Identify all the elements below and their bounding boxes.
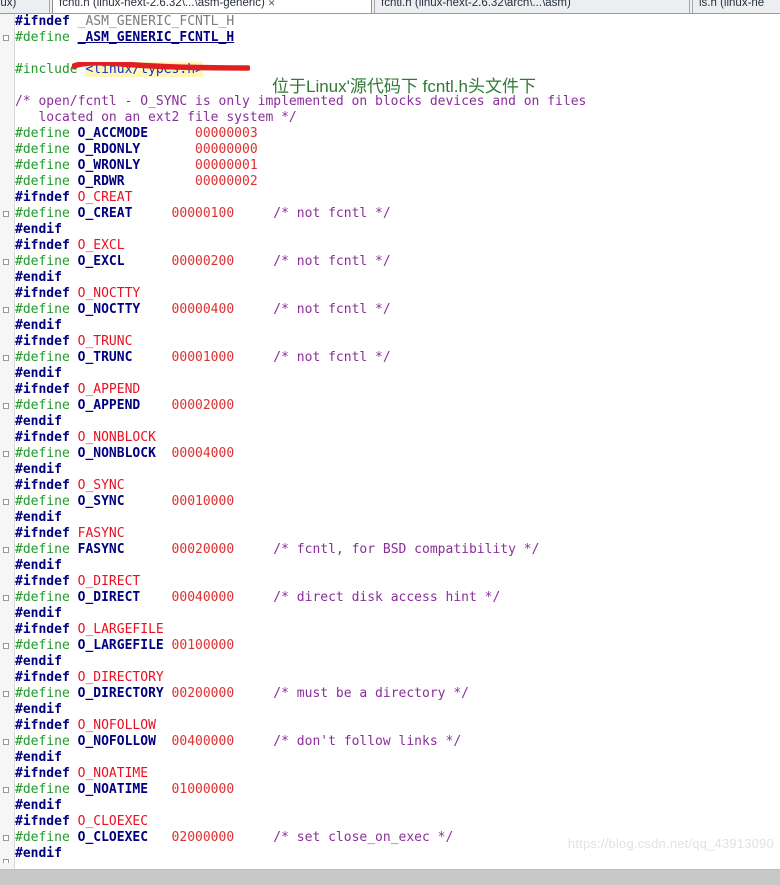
code-line-comment: located on an ext2 file system */: [15, 110, 297, 125]
fold-marker-icon[interactable]: [3, 451, 9, 457]
fold-marker-icon[interactable]: [3, 595, 9, 601]
code-line-ifndef: #ifndef O_SYNC: [15, 478, 125, 493]
code-line-endif: #endif: [15, 462, 62, 477]
code-line-ifndef: #ifndef O_LARGEFILE: [15, 622, 164, 637]
tab-label: fcntl.h (linux-next-2.6.32\...\asm-gener…: [59, 0, 265, 9]
tab-fcntl-asm-generic[interactable]: fcntl.h (linux-next-2.6.32\...\asm-gener…: [52, 0, 372, 13]
code-line-endif: #endif: [15, 318, 62, 333]
code-line-ifndef: #ifndef O_APPEND: [15, 382, 141, 397]
source-code-text[interactable]: #ifndef _ASM_GENERIC_FCNTL_H #define _ASM…: [15, 14, 780, 862]
code-line-ifndef: #ifndef O_DIRECT: [15, 574, 141, 589]
code-line-define: #define O_LARGEFILE 00100000: [15, 638, 235, 653]
code-line-endif: #endif: [15, 414, 62, 429]
code-line-endif: #endif: [15, 558, 62, 573]
code-line-ifndef: #ifndef O_CREAT: [15, 190, 133, 205]
code-line-endif: #endif: [15, 270, 62, 285]
fold-marker-icon[interactable]: [3, 35, 9, 41]
chinese-annotation-text: 位于Linux'源代码下 fcntl.h头文件下: [272, 77, 536, 96]
code-line-ifndef: #ifndef O_NOFOLLOW: [15, 718, 156, 733]
code-line-ifndef: #ifndef O_NOCTTY: [15, 286, 141, 301]
code-line-define: #define O_DIRECT 00040000 /* direct disk…: [15, 590, 501, 605]
code-line-endif: #endif: [15, 702, 62, 717]
fold-marker-icon[interactable]: [3, 403, 9, 409]
code-line-endif: #endif: [15, 798, 62, 813]
tab-linux[interactable]: (linux): [0, 0, 50, 13]
code-line-ifndef-guard: #ifndef _ASM_GENERIC_FCNTL_H: [15, 14, 235, 29]
code-line-define: #define O_NOATIME 01000000: [15, 782, 235, 797]
code-editor-pane[interactable]: #ifndef _ASM_GENERIC_FCNTL_H #define _ASM…: [0, 14, 780, 869]
code-line-define: #define FASYNC 00020000 /* fcntl, for BS…: [15, 542, 540, 557]
code-line-define: #define O_NOCTTY 00000400 /* not fcntl *…: [15, 302, 391, 317]
code-line-define: #define O_EXCL 00000200 /* not fcntl */: [15, 254, 391, 269]
fold-marker-icon[interactable]: [3, 547, 9, 553]
code-line-endif: #endif: [15, 654, 62, 669]
code-line-define: #define O_DIRECTORY 00200000 /* must be …: [15, 686, 469, 701]
fold-marker-icon[interactable]: [3, 211, 9, 217]
tab-label: ls.h (linux-ne: [699, 0, 765, 9]
code-line-ifndef: #ifndef O_CLOEXEC: [15, 814, 149, 829]
code-line-ifndef: #ifndef O_NONBLOCK: [15, 430, 156, 445]
code-line-define: #define O_NONBLOCK 00004000: [15, 446, 235, 461]
code-line-define-guard: #define _ASM_GENERIC_FCNTL_H: [15, 30, 235, 45]
code-line-define: #define O_TRUNC 00001000 /* not fcntl */: [15, 350, 391, 365]
code-line-define: #define O_ACCMODE 00000003: [15, 126, 258, 141]
fold-marker-icon[interactable]: [3, 499, 9, 505]
code-line-define: #define O_RDONLY 00000000: [15, 142, 258, 157]
tab-fcntl-arch-asm[interactable]: fcntl.h (linux-next-2.6.32\arch\...\asm): [374, 0, 690, 13]
fold-marker-icon[interactable]: [3, 787, 9, 793]
tab-ls-h[interactable]: ls.h (linux-ne: [692, 0, 780, 13]
fold-marker-icon[interactable]: [3, 643, 9, 649]
code-line-ifndef: #ifndef O_DIRECTORY: [15, 670, 164, 685]
fold-marker-icon[interactable]: [3, 835, 9, 841]
code-line-endif: #endif: [15, 750, 62, 765]
fold-marker-icon[interactable]: [3, 739, 9, 745]
code-line-define: #define O_SYNC 00010000: [15, 494, 235, 509]
code-line-define: #define O_CREAT 00000100 /* not fcntl */: [15, 206, 391, 221]
code-line-define: #define O_NOFOLLOW 00400000 /* don't fol…: [15, 734, 462, 749]
code-line-ifndef: #ifndef FASYNC: [15, 526, 125, 541]
tab-label: fcntl.h (linux-next-2.6.32\arch\...\asm): [381, 0, 571, 9]
fold-marker-icon[interactable]: [3, 259, 9, 265]
code-line-define: #define O_RDWR 00000002: [15, 174, 258, 189]
code-line-ifndef: #ifndef O_NOATIME: [15, 766, 149, 781]
code-line-endif: #endif: [15, 366, 62, 381]
code-line-define: #define O_WRONLY 00000001: [15, 158, 258, 173]
tab-label: (linux): [0, 0, 17, 9]
close-icon[interactable]: ✕: [268, 0, 276, 8]
horizontal-scrollbar[interactable]: [0, 869, 780, 885]
fold-marker-icon[interactable]: [3, 691, 9, 697]
fold-marker-icon[interactable]: [3, 307, 9, 313]
editor-tab-bar[interactable]: (linux) fcntl.h (linux-next-2.6.32\...\a…: [0, 0, 780, 14]
fold-marker-icon[interactable]: [3, 355, 9, 361]
code-line-endif: #endif: [15, 606, 62, 621]
code-line-define: #define O_APPEND 00002000: [15, 398, 235, 413]
code-line-ifndef: #ifndef O_EXCL: [15, 238, 125, 253]
editor-gutter[interactable]: [0, 14, 15, 869]
code-line-endif: #endif: [15, 222, 62, 237]
watermark-text: https://blog.csdn.net/qq_43913090: [567, 836, 774, 851]
code-line-endif: #endif: [15, 510, 62, 525]
code-line-ifndef: #ifndef O_TRUNC: [15, 334, 133, 349]
